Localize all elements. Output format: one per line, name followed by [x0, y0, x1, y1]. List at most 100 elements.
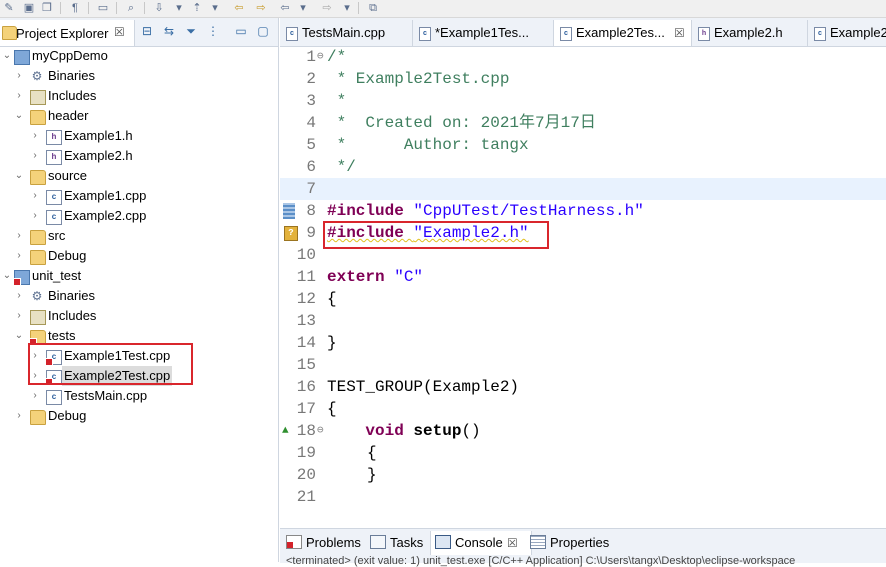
- expand-icon[interactable]: ›: [14, 66, 24, 86]
- expand-icon[interactable]: ›: [14, 246, 24, 266]
- expand-icon[interactable]: ⌄: [14, 166, 24, 186]
- collapse-all-icon[interactable]: ⊟: [140, 24, 154, 38]
- code-line: 3 *: [280, 90, 886, 112]
- line-number: 21: [296, 488, 316, 506]
- tab-label: Example2.h: [714, 25, 783, 40]
- toolbar-separator: [88, 2, 89, 14]
- line-number: 15: [296, 356, 316, 374]
- expand-icon[interactable]: ›: [30, 386, 40, 406]
- tab-label: Tasks: [390, 535, 424, 550]
- code-text: TEST_GROUP(Example2): [327, 378, 520, 396]
- expand-icon[interactable]: ›: [30, 186, 40, 206]
- code-text: *: [327, 92, 347, 110]
- minimize-icon[interactable]: ▭: [234, 24, 248, 38]
- tree-item-label: unit_test: [32, 268, 82, 283]
- folder-icon: [30, 110, 46, 125]
- forward-icon[interactable]: ⇨: [254, 1, 268, 15]
- back-icon[interactable]: ⇦: [232, 1, 246, 15]
- project-icon: [13, 270, 30, 286]
- expand-icon[interactable]: ›: [30, 206, 40, 226]
- tab-example2-test[interactable]: c Example2Tes... ☒: [554, 20, 692, 46]
- expand-icon[interactable]: ›: [30, 146, 40, 166]
- problems-icon: [286, 535, 302, 549]
- close-icon[interactable]: ☒: [114, 25, 125, 39]
- code-line: 14}: [280, 332, 886, 354]
- pilcrow-icon[interactable]: ¶: [68, 1, 82, 15]
- run-icon[interactable]: ⇩: [152, 1, 166, 15]
- tab-console[interactable]: Console ☒: [430, 531, 532, 555]
- monitor-icon[interactable]: ▭: [96, 1, 110, 15]
- line-number: 20: [296, 466, 316, 484]
- tab-properties[interactable]: Properties: [530, 531, 609, 555]
- line-number: 3: [306, 92, 316, 110]
- expand-icon[interactable]: ⌄: [2, 266, 12, 286]
- nav-forward-icon[interactable]: ⇨: [320, 1, 334, 15]
- project-icon: [14, 50, 30, 65]
- tree-item-label: myCppDemo: [32, 48, 108, 63]
- line-number: 9: [306, 224, 316, 242]
- code-text: /*: [327, 48, 347, 66]
- expand-icon[interactable]: ⌄: [14, 106, 24, 126]
- line-number: 16: [296, 378, 316, 396]
- code-line: 20}: [280, 464, 886, 486]
- tree-item-label: Includes: [48, 308, 97, 323]
- cpp-file-icon: c: [46, 210, 62, 225]
- dropdown-icon[interactable]: ▾: [172, 1, 186, 15]
- view-menu-icon[interactable]: ⋮: [206, 24, 220, 38]
- close-icon[interactable]: ☒: [507, 531, 518, 555]
- code-line: 12 {: [280, 288, 886, 310]
- console-output: <terminated> (exit value: 1) unit_test.e…: [286, 555, 796, 567]
- tree-item-label: Debug: [48, 408, 87, 423]
- search-icon[interactable]: ⌕: [124, 1, 138, 15]
- expand-icon[interactable]: ⌄: [14, 326, 24, 346]
- maximize-icon[interactable]: ▢: [256, 24, 270, 38]
- line-number: 1: [306, 48, 316, 66]
- code-text: */: [327, 158, 356, 176]
- folder-icon: [30, 410, 46, 425]
- tab-example2[interactable]: c Example2: [808, 20, 886, 46]
- fold-icon[interactable]: ⊖: [317, 46, 324, 68]
- expand-icon[interactable]: ›: [14, 86, 24, 106]
- dropdown-icon[interactable]: ▾: [208, 1, 222, 15]
- highlight-box: [28, 343, 193, 385]
- nav-back-icon[interactable]: ⇦: [278, 1, 292, 15]
- tab-tasks[interactable]: Tasks: [370, 531, 423, 555]
- code-line: 13: [280, 310, 886, 332]
- code-line: 1 ⊖/*: [280, 46, 886, 68]
- code-text: {: [327, 290, 337, 308]
- binaries-icon: ⚙: [31, 69, 43, 83]
- properties-icon: [530, 535, 546, 549]
- code-line: 21: [280, 486, 886, 508]
- toolbar-separator: [144, 2, 145, 14]
- line-number: 14: [296, 334, 316, 352]
- expand-icon[interactable]: ›: [14, 406, 24, 426]
- save-all-icon[interactable]: ❐: [40, 1, 54, 15]
- tab-example2-h[interactable]: h Example2.h: [692, 20, 808, 46]
- dropdown-icon[interactable]: ▾: [340, 1, 354, 15]
- project-explorer-panel: Project Explorer ☒ ⊟ ⇆ ⏷ ⋮ ▭ ▢ ⌄ myCppDe…: [0, 18, 279, 562]
- folder-icon: [30, 170, 46, 185]
- dropdown-icon[interactable]: ▾: [296, 1, 310, 15]
- save-icon[interactable]: ▣: [22, 1, 36, 15]
- tab-problems[interactable]: Problems: [286, 531, 361, 555]
- console-icon: [435, 535, 451, 549]
- expand-icon[interactable]: ›: [14, 286, 24, 306]
- tab-example1-test[interactable]: c *Example1Tes...: [413, 20, 554, 46]
- fold-icon[interactable]: ⊖: [317, 420, 324, 442]
- code-editor[interactable]: 1 ⊖/* 2 * Example2Test.cpp 3 * 4 * Create…: [280, 46, 886, 528]
- filter-icon[interactable]: ⏷: [184, 24, 198, 38]
- expand-icon[interactable]: ›: [30, 126, 40, 146]
- tree-item-label: Example2.cpp: [64, 208, 147, 223]
- tab-project-explorer[interactable]: Project Explorer ☒: [0, 20, 135, 46]
- link-with-editor-icon[interactable]: ⇆: [162, 24, 176, 38]
- expand-icon[interactable]: ⌄: [2, 46, 12, 66]
- tree-item-label: Example2.h: [64, 148, 133, 163]
- expand-icon[interactable]: ›: [14, 226, 24, 246]
- new-icon[interactable]: ✎: [2, 1, 16, 15]
- close-icon[interactable]: ☒: [674, 20, 685, 46]
- link-icon[interactable]: ⇡: [190, 1, 204, 15]
- open-perspective-icon[interactable]: ⧉: [366, 1, 380, 15]
- expand-icon[interactable]: ›: [14, 306, 24, 326]
- header-file-icon: h: [46, 150, 62, 165]
- tab-tests-main[interactable]: c TestsMain.cpp: [280, 20, 413, 46]
